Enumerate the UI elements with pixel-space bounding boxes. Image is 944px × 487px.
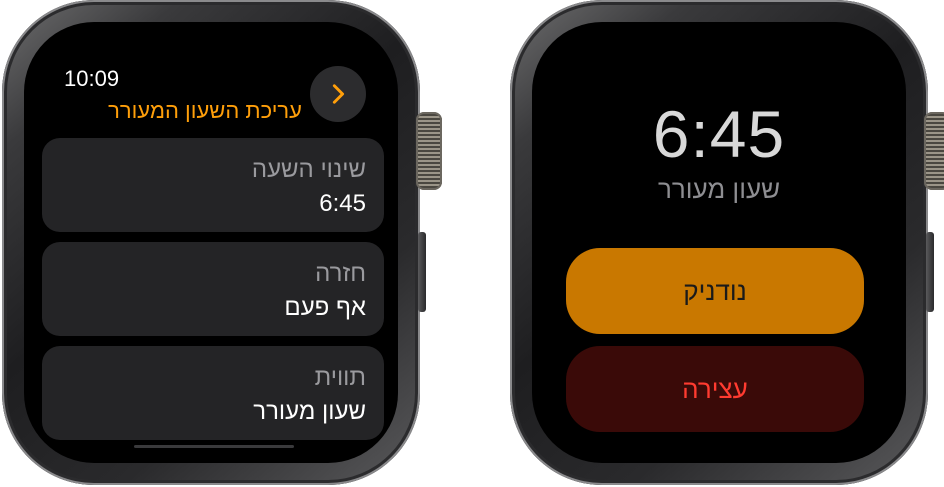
row-value: שעון מעורר — [253, 398, 366, 425]
watch-right: 6:45 שעון מעורר נודניק עצירה — [510, 0, 944, 487]
label-row[interactable]: תווית שעון מעורר — [42, 346, 384, 440]
alarm-label: שעון מעורר — [657, 174, 781, 204]
digital-crown[interactable] — [924, 112, 944, 190]
stop-button[interactable]: עצירה — [566, 346, 864, 432]
digital-crown[interactable] — [416, 112, 442, 190]
status-time: 10:09 — [64, 66, 120, 91]
row-value: 6:45 — [319, 190, 366, 217]
snooze-button[interactable]: נודניק — [566, 248, 864, 334]
watch-left: 10:09 עריכת השעון המעורר שינוי השעה 6:45… — [2, 0, 442, 487]
change-time-row[interactable]: שינוי השעה 6:45 — [42, 138, 384, 232]
chevron-right-icon — [332, 84, 345, 104]
watch-screen: 6:45 שעון מעורר נודניק עצירה — [532, 22, 906, 463]
side-button[interactable] — [418, 232, 426, 312]
row-value: אף פעם — [284, 294, 366, 321]
row-label: תווית — [314, 364, 366, 391]
row-label: חזרה — [315, 260, 366, 287]
scroll-indicator — [134, 445, 294, 448]
back-button[interactable] — [310, 66, 366, 122]
side-button[interactable] — [926, 232, 934, 312]
row-label: שינוי השעה — [251, 156, 366, 183]
alarm-time: 6:45 — [652, 97, 786, 171]
watch-screen: 10:09 עריכת השעון המעורר שינוי השעה 6:45… — [24, 22, 398, 463]
page-title: עריכת השעון המעורר — [108, 98, 302, 123]
repeat-row[interactable]: חזרה אף פעם — [42, 242, 384, 336]
